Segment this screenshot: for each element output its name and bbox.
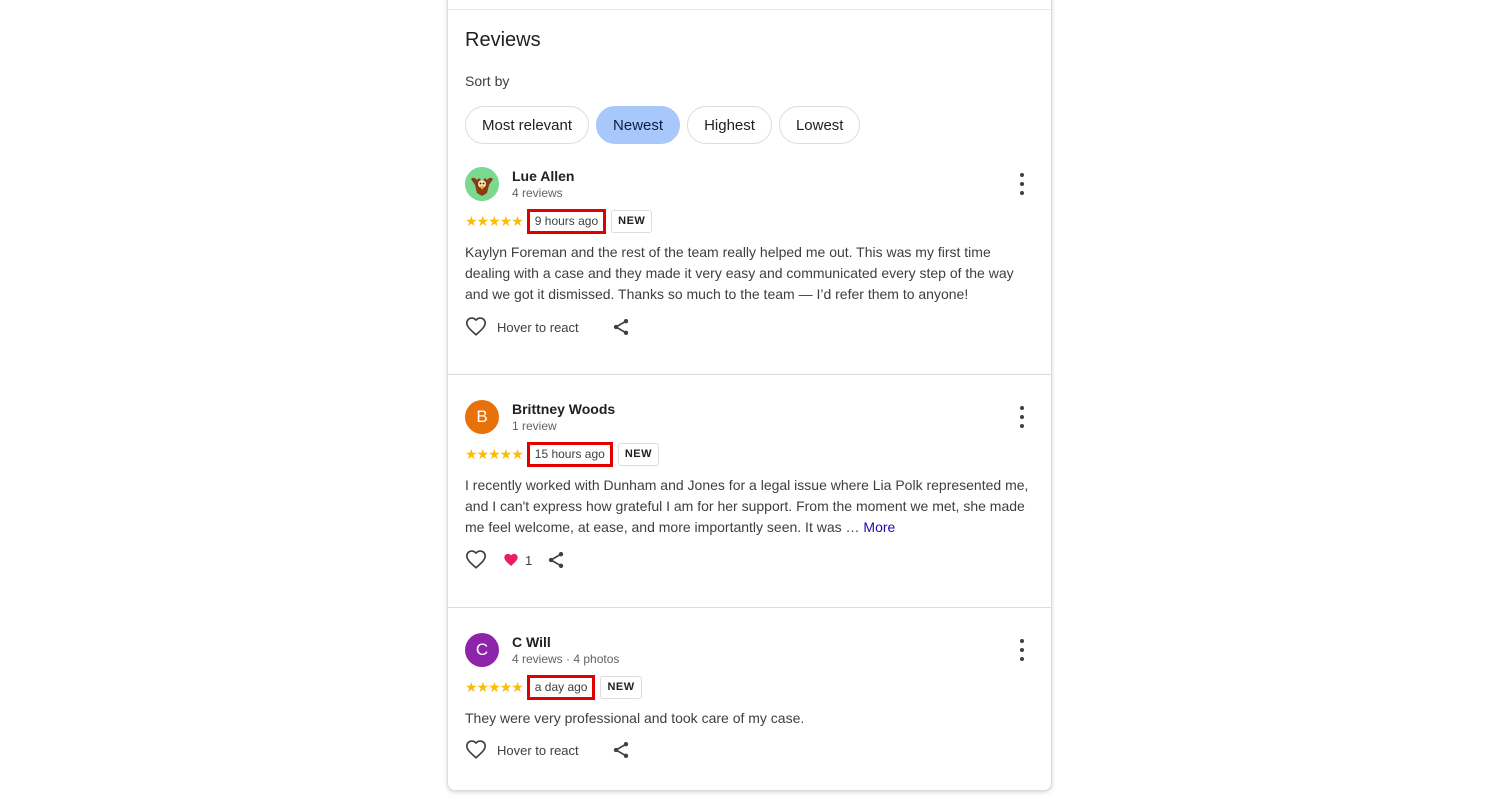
review-text-content: I recently worked with Dunham and Jones … (465, 477, 1029, 535)
chip-newest[interactable]: Newest (596, 106, 681, 144)
review-text-content: Kaylyn Foreman and the rest of the team … (465, 244, 1014, 302)
sort-chips: Most relevant Newest Highest Lowest (465, 106, 861, 144)
share-icon[interactable] (611, 740, 631, 760)
chip-lowest[interactable]: Lowest (778, 106, 861, 144)
review-text: I recently worked with Dunham and Jones … (465, 475, 1038, 538)
avatar-eagle-icon (465, 167, 499, 201)
more-link[interactable]: More (863, 519, 895, 535)
review-divider (448, 374, 1051, 375)
sort-label: Sort by (465, 73, 510, 89)
heart-icon[interactable] (465, 739, 487, 761)
review-time: 9 hours ago (526, 208, 607, 234)
hover-to-react-label: Hover to react (497, 319, 579, 335)
review-time: a day ago (526, 674, 596, 700)
more-options-icon[interactable] (1012, 173, 1032, 195)
share-icon[interactable] (611, 317, 631, 337)
review-divider (448, 607, 1051, 608)
new-badge: NEW (611, 209, 653, 233)
reviewer-name[interactable]: Lue Allen (512, 168, 575, 184)
rating-row: ★★★★★ 15 hours ago NEW (465, 440, 659, 468)
new-badge: NEW (600, 675, 642, 699)
more-options-icon[interactable] (1012, 639, 1032, 661)
reviewer-meta: 4 reviews · 4 photos (512, 652, 620, 666)
review-actions: Hover to react (465, 316, 631, 338)
review-actions: 1 (465, 549, 566, 571)
top-divider (448, 9, 1051, 10)
reaction-count: 1 (525, 552, 533, 568)
heart-icon[interactable] (465, 316, 487, 338)
chip-most-relevant[interactable]: Most relevant (465, 106, 590, 144)
hover-to-react-label: Hover to react (497, 742, 579, 758)
new-badge: NEW (617, 442, 659, 466)
filled-heart-icon (504, 553, 518, 566)
review-text: They were very professional and took car… (465, 708, 1038, 729)
reviews-panel: Reviews Sort by Most relevant Newest Hig… (447, 0, 1052, 791)
rating-row: ★★★★★ 9 hours ago NEW (465, 207, 653, 235)
review-time: 15 hours ago (526, 441, 613, 467)
reviewer-name[interactable]: C Will (512, 634, 551, 650)
chip-highest[interactable]: Highest (687, 106, 772, 144)
star-rating: ★★★★★ (465, 212, 524, 229)
star-rating: ★★★★★ (465, 445, 524, 462)
heart-icon[interactable] (465, 549, 487, 571)
share-icon[interactable] (546, 550, 566, 570)
review-text-content: They were very professional and took car… (465, 710, 805, 726)
avatar[interactable]: B (465, 400, 499, 434)
more-options-icon[interactable] (1012, 406, 1032, 428)
reviewer-meta: 4 reviews (512, 186, 563, 200)
reviewer-name[interactable]: Brittney Woods (512, 401, 615, 417)
section-title: Reviews (465, 29, 541, 51)
star-rating: ★★★★★ (465, 678, 524, 695)
reaction-summary[interactable]: 1 (503, 552, 532, 568)
rating-row: ★★★★★ a day ago NEW (465, 673, 642, 701)
review-text: Kaylyn Foreman and the rest of the team … (465, 242, 1038, 305)
avatar[interactable] (465, 167, 499, 201)
review-actions: Hover to react (465, 739, 631, 761)
reviewer-meta: 1 review (512, 419, 557, 433)
avatar[interactable]: C (465, 633, 499, 667)
